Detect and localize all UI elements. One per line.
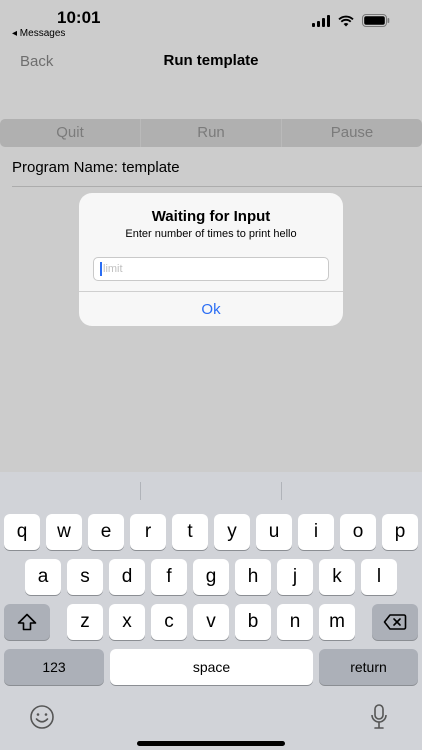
alert-title: Waiting for Input xyxy=(151,208,271,225)
limit-input[interactable]: limit xyxy=(93,257,329,281)
suggestion-divider xyxy=(140,482,141,500)
key-w[interactable]: w xyxy=(46,514,82,550)
key-d[interactable]: d xyxy=(109,559,145,595)
key-j[interactable]: j xyxy=(277,559,313,595)
limit-input-placeholder: limit xyxy=(103,263,123,275)
key-q[interactable]: q xyxy=(4,514,40,550)
suggestion-divider xyxy=(281,482,282,500)
emoji-icon[interactable] xyxy=(29,704,55,730)
shift-key[interactable] xyxy=(4,604,50,640)
key-b[interactable]: b xyxy=(235,604,271,640)
key-t[interactable]: t xyxy=(172,514,208,550)
return-key[interactable]: return xyxy=(319,649,418,685)
key-h[interactable]: h xyxy=(235,559,271,595)
shift-icon xyxy=(17,613,37,631)
alert-message: Enter number of times to print hello xyxy=(125,228,297,240)
key-v[interactable]: v xyxy=(193,604,229,640)
key-x[interactable]: x xyxy=(109,604,145,640)
key-c[interactable]: c xyxy=(151,604,187,640)
key-a[interactable]: a xyxy=(25,559,61,595)
home-indicator xyxy=(137,741,285,746)
key-m[interactable]: m xyxy=(319,604,355,640)
key-n[interactable]: n xyxy=(277,604,313,640)
key-s[interactable]: s xyxy=(67,559,103,595)
key-p[interactable]: p xyxy=(382,514,418,550)
microphone-icon[interactable] xyxy=(369,703,389,731)
delete-key[interactable] xyxy=(372,604,418,640)
backspace-icon xyxy=(383,614,407,630)
key-r[interactable]: r xyxy=(130,514,166,550)
key-f[interactable]: f xyxy=(151,559,187,595)
suggestion-bar xyxy=(0,472,422,510)
key-o[interactable]: o xyxy=(340,514,376,550)
key-k[interactable]: k xyxy=(319,559,355,595)
key-e[interactable]: e xyxy=(88,514,124,550)
key-l[interactable]: l xyxy=(361,559,397,595)
key-i[interactable]: i xyxy=(298,514,334,550)
ok-button[interactable]: Ok xyxy=(79,293,343,326)
alert-separator xyxy=(79,291,343,292)
key-u[interactable]: u xyxy=(256,514,292,550)
input-alert-dialog: Waiting for Input Enter number of times … xyxy=(79,193,343,326)
key-z[interactable]: z xyxy=(67,604,103,640)
space-key[interactable]: space xyxy=(110,649,313,685)
key-y[interactable]: y xyxy=(214,514,250,550)
keyboard: q w e r t y u i o p a s d f g h j k l z … xyxy=(0,472,422,750)
key-g[interactable]: g xyxy=(193,559,229,595)
text-cursor xyxy=(100,262,102,276)
numbers-key[interactable]: 123 xyxy=(4,649,104,685)
